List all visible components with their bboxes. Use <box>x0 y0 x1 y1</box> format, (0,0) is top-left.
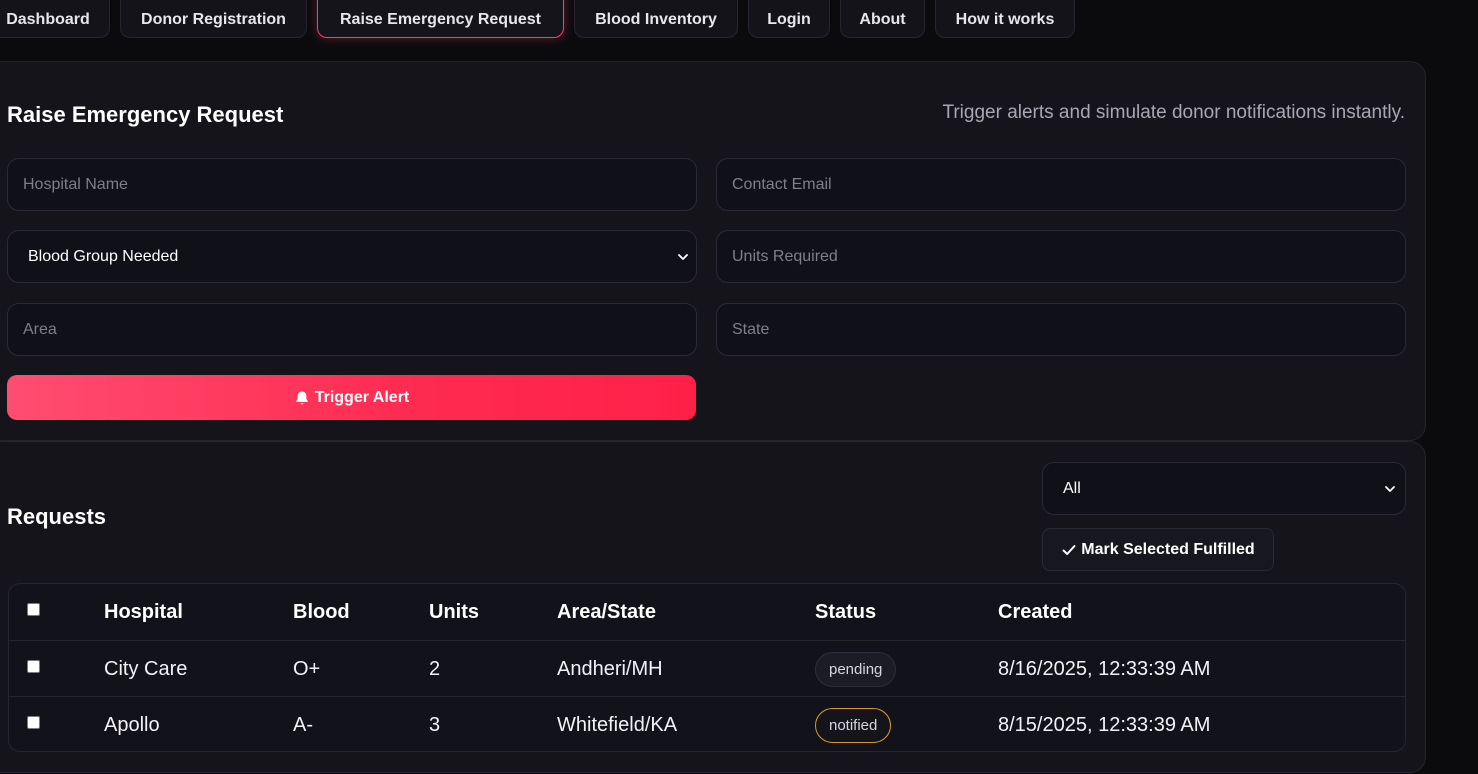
mark-fulfilled-button[interactable]: Mark Selected Fulfilled <box>1042 528 1274 571</box>
trigger-alert-label: Trigger Alert <box>314 388 410 406</box>
cell-area-state: Whitefield/KA <box>557 713 678 736</box>
cell-units: 3 <box>429 713 441 736</box>
page-title: Raise Emergency Request <box>7 102 284 127</box>
chevron-down-icon <box>1385 485 1395 492</box>
status-filter-value: All <box>1063 479 1081 497</box>
cell-created: 8/16/2025, 12:33:39 AM <box>998 657 1211 680</box>
units-required-input[interactable]: Units Required <box>716 230 1406 283</box>
trigger-alert-button[interactable]: Trigger Alert <box>7 375 696 420</box>
chevron-down-icon <box>678 253 688 260</box>
area-input[interactable]: Area <box>7 303 697 356</box>
tab-login[interactable]: Login <box>748 0 830 38</box>
column-header-blood[interactable]: Blood <box>293 584 350 640</box>
column-header-status[interactable]: Status <box>815 584 876 640</box>
table-row: Apollo A- 3 Whitefield/KA notified 8/15/… <box>9 696 1405 751</box>
page-subtitle: Trigger alerts and simulate donor notifi… <box>942 102 1405 123</box>
requests-panel: Requests All Mark Selected Fulfilled Hos… <box>0 441 1426 773</box>
tab-donor-registration[interactable]: Donor Registration <box>120 0 307 38</box>
column-header-hospital[interactable]: Hospital <box>104 584 183 640</box>
tab-raise-emergency-request[interactable]: Raise Emergency Request <box>317 0 564 38</box>
cell-hospital: City Care <box>104 657 188 680</box>
requests-table: Hospital Blood Units Area/State Status C… <box>8 583 1406 752</box>
tab-about[interactable]: About <box>840 0 925 38</box>
status-badge: notified <box>815 707 892 743</box>
bell-icon <box>296 391 308 404</box>
requests-title: Requests <box>7 504 107 529</box>
tab-dashboard[interactable]: Dashboard <box>0 0 110 38</box>
status-filter-select[interactable]: All <box>1042 462 1406 515</box>
table-row: City Care O+ 2 Andheri/MH pending 8/16/2… <box>9 640 1405 696</box>
column-header-created[interactable]: Created <box>998 584 1072 640</box>
cell-blood: O+ <box>293 657 321 680</box>
column-header-units[interactable]: Units <box>429 584 479 640</box>
select-all-checkbox[interactable] <box>27 603 40 616</box>
hospital-name-input[interactable]: Hospital Name <box>7 158 697 211</box>
cell-hospital: Apollo <box>104 713 160 736</box>
tab-blood-inventory[interactable]: Blood Inventory <box>574 0 738 38</box>
status-badge: pending <box>815 651 897 687</box>
table-header-row: Hospital Blood Units Area/State Status C… <box>9 584 1405 640</box>
cell-area-state: Andheri/MH <box>557 657 663 680</box>
state-input[interactable]: State <box>716 303 1406 356</box>
blood-group-select[interactable]: Blood Group Needed <box>7 230 697 283</box>
cell-status: notified <box>815 697 892 751</box>
column-header-area-state[interactable]: Area/State <box>557 584 656 640</box>
cell-status: pending <box>815 641 897 697</box>
row-checkbox[interactable] <box>27 660 40 673</box>
blood-group-select-value: Blood Group Needed <box>28 247 179 265</box>
mark-fulfilled-label: Mark Selected Fulfilled <box>1081 540 1255 558</box>
check-icon <box>1062 544 1076 555</box>
cell-created: 8/15/2025, 12:33:39 AM <box>998 713 1211 736</box>
cell-blood: A- <box>293 713 313 736</box>
contact-email-input[interactable]: Contact Email <box>716 158 1406 211</box>
row-checkbox[interactable] <box>27 716 40 729</box>
cell-units: 2 <box>429 657 441 680</box>
tab-how-it-works[interactable]: How it works <box>935 0 1075 38</box>
emergency-request-panel: Raise Emergency Request Trigger alerts a… <box>0 61 1426 441</box>
